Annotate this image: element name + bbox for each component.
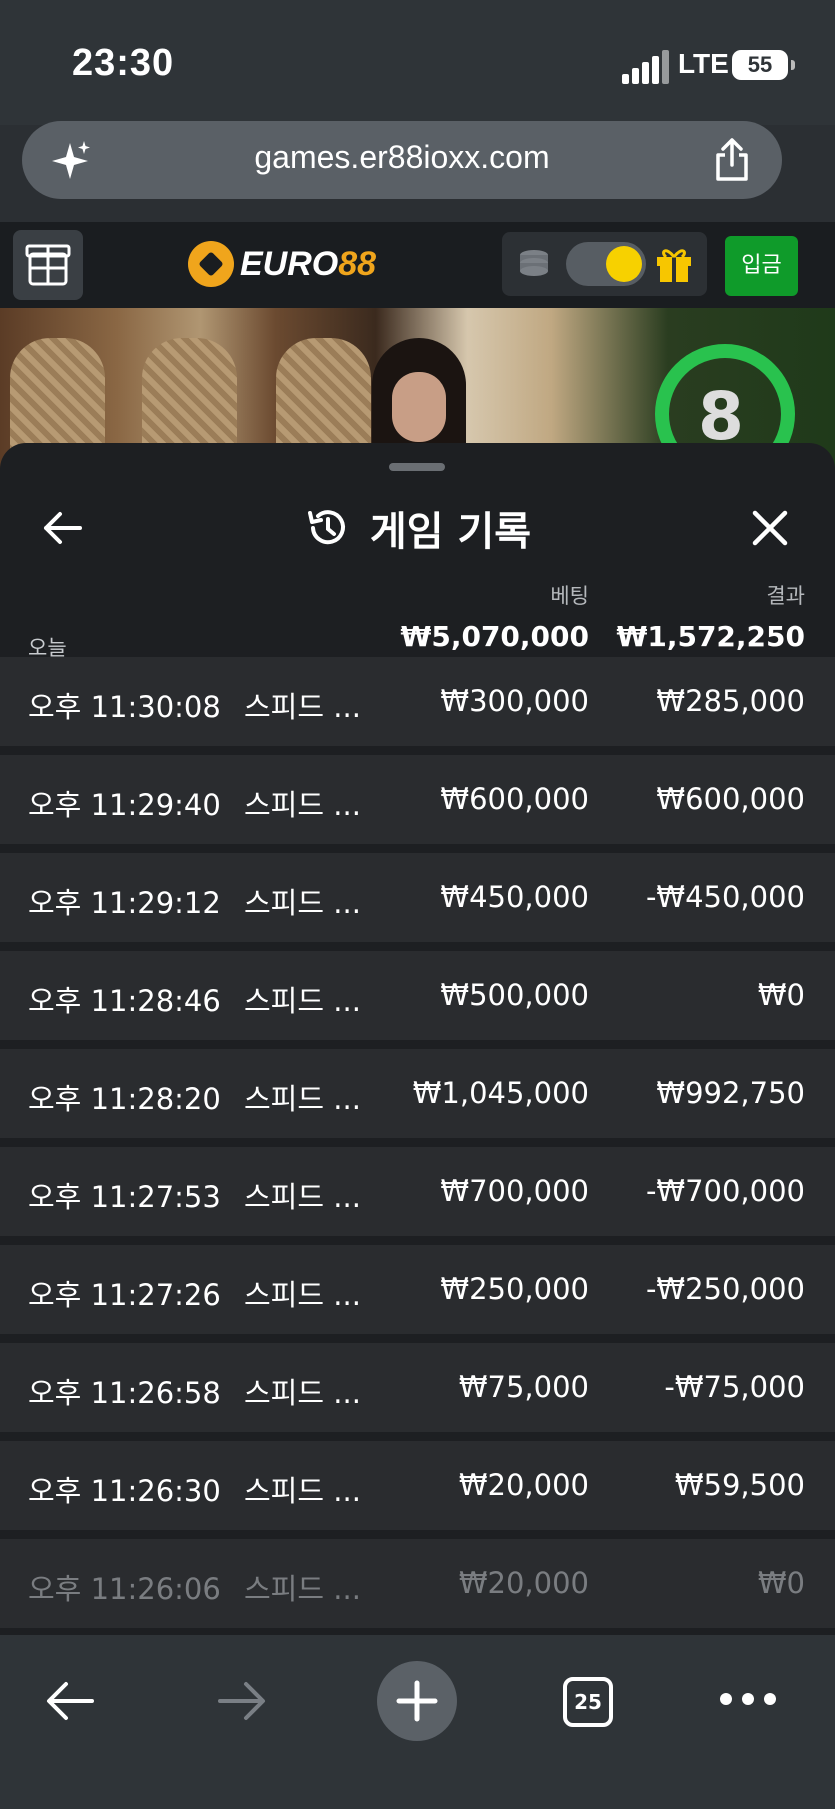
row-bet: ₩20,000 [458, 1566, 589, 1600]
browser-forward-icon[interactable] [216, 1679, 268, 1723]
row-game: 스피드 ... [244, 1376, 361, 1410]
tabs-button[interactable]: 25 [563, 1677, 613, 1727]
history-row[interactable]: 오후 11:27:53 스피드 ... ₩700,000 -₩700,000 [0, 1147, 835, 1236]
row-bet: ₩600,000 [440, 782, 589, 816]
soccer-ball-icon [188, 241, 234, 287]
row-time: 오후 11:28:46 [28, 984, 221, 1018]
row-result: -₩700,000 [645, 1174, 805, 1208]
network-type: LTE [678, 48, 729, 79]
bet-column-header: 베팅 [550, 584, 589, 608]
history-title: 게임 기록 [369, 509, 532, 555]
row-result: ₩0 [757, 1566, 805, 1600]
row-game: 스피드 ... [244, 1082, 361, 1116]
row-bet: ₩700,000 [440, 1174, 589, 1208]
coins-icon[interactable] [514, 246, 554, 282]
share-icon[interactable] [712, 137, 752, 183]
row-bet: ₩20,000 [458, 1468, 589, 1502]
history-row[interactable]: 오후 11:26:58 스피드 ... ₩75,000 -₩75,000 [0, 1343, 835, 1432]
plus-icon [396, 1680, 438, 1722]
sheet-header: 게임 기록 [0, 483, 835, 573]
browser-toolbar: 25 [0, 1635, 835, 1809]
row-game: 스피드 ... [244, 1278, 361, 1312]
row-result: ₩600,000 [656, 782, 805, 816]
row-game: 스피드 ... [244, 984, 361, 1018]
row-time: 오후 11:26:06 [28, 1572, 221, 1606]
address-bar[interactable]: games.er88ioxx.com [22, 121, 782, 199]
history-row[interactable]: 오후 11:30:08 스피드 ... ₩300,000 ₩285,000 [0, 657, 835, 746]
history-row[interactable]: 오후 11:28:46 스피드 ... ₩500,000 ₩0 [0, 951, 835, 1040]
row-result: -₩250,000 [645, 1272, 805, 1306]
new-tab-button[interactable] [377, 1661, 457, 1741]
history-row[interactable]: 오후 11:26:30 스피드 ... ₩20,000 ₩59,500 [0, 1441, 835, 1530]
row-bet: ₩250,000 [440, 1272, 589, 1306]
wallet-panel [502, 232, 707, 296]
row-game: 스피드 ... [244, 1474, 361, 1508]
site-logo[interactable]: EURO88 [188, 236, 376, 292]
result-column-header: 결과 [766, 584, 805, 608]
drag-handle[interactable] [389, 463, 445, 471]
history-row[interactable]: 오후 11:26:06 스피드 ... ₩20,000 ₩0 [0, 1539, 835, 1628]
row-result: ₩992,750 [656, 1076, 805, 1110]
row-bet: ₩450,000 [440, 880, 589, 914]
history-icon [307, 510, 345, 545]
balance-toggle[interactable] [566, 242, 646, 286]
row-time: 오후 11:28:20 [28, 1082, 221, 1116]
toggle-knob [606, 246, 642, 282]
row-result: -₩75,000 [664, 1370, 805, 1404]
row-game: 스피드 ... [244, 1180, 361, 1214]
gift-grid-icon [25, 244, 71, 286]
row-time: 오후 11:30:08 [28, 690, 221, 724]
status-bar: 23:30 LTE 55 [0, 0, 835, 125]
row-game: 스피드 ... [244, 1572, 361, 1606]
row-game: 스피드 ... [244, 690, 361, 724]
close-icon[interactable] [745, 503, 795, 553]
total-result: ₩1,572,250 [616, 620, 805, 653]
total-bet: ₩5,070,000 [400, 620, 589, 653]
history-row[interactable]: 오후 11:28:20 스피드 ... ₩1,045,000 ₩992,750 [0, 1049, 835, 1138]
clock: 23:30 [72, 42, 175, 84]
history-row[interactable]: 오후 11:29:12 스피드 ... ₩450,000 -₩450,000 [0, 853, 835, 942]
site-header: EURO88 입금 [0, 222, 835, 308]
row-time: 오후 11:29:40 [28, 788, 221, 822]
row-result: ₩285,000 [656, 684, 805, 718]
row-game: 스피드 ... [244, 886, 361, 920]
url-text[interactable]: games.er88ioxx.com [22, 139, 782, 176]
row-bet: ₩500,000 [440, 978, 589, 1012]
row-result: ₩0 [757, 978, 805, 1012]
deposit-button[interactable]: 입금 [725, 236, 798, 296]
signal-strength-icon [622, 50, 670, 84]
row-time: 오후 11:29:12 [28, 886, 221, 920]
gift-icon[interactable] [654, 244, 694, 284]
promotions-button[interactable] [13, 230, 83, 300]
row-game: 스피드 ... [244, 788, 361, 822]
history-row[interactable]: 오후 11:27:26 스피드 ... ₩250,000 -₩250,000 [0, 1245, 835, 1334]
history-row[interactable]: 오후 11:29:40 스피드 ... ₩600,000 ₩600,000 [0, 755, 835, 844]
game-history-sheet: 게임 기록 베팅 결과 오늘 ₩5,070,000 ₩1,572,250 오후 … [0, 443, 835, 1635]
row-bet: ₩300,000 [440, 684, 589, 718]
more-icon[interactable] [720, 1693, 776, 1707]
row-bet: ₩1,045,000 [412, 1076, 589, 1110]
sheet-title: 게임 기록 [0, 499, 835, 557]
row-time: 오후 11:26:58 [28, 1376, 221, 1410]
row-time: 오후 11:27:26 [28, 1278, 221, 1312]
history-list: 오후 11:30:08 스피드 ... ₩300,000 ₩285,000 오후… [0, 657, 835, 1635]
battery-indicator: 55 [732, 50, 795, 80]
row-result: -₩450,000 [645, 880, 805, 914]
row-time: 오후 11:26:30 [28, 1474, 221, 1508]
history-summary: 베팅 결과 오늘 ₩5,070,000 ₩1,572,250 [0, 568, 835, 660]
row-bet: ₩75,000 [458, 1370, 589, 1404]
browser-back-icon[interactable] [44, 1679, 96, 1723]
row-result: ₩59,500 [674, 1468, 805, 1502]
row-time: 오후 11:27:53 [28, 1180, 221, 1214]
